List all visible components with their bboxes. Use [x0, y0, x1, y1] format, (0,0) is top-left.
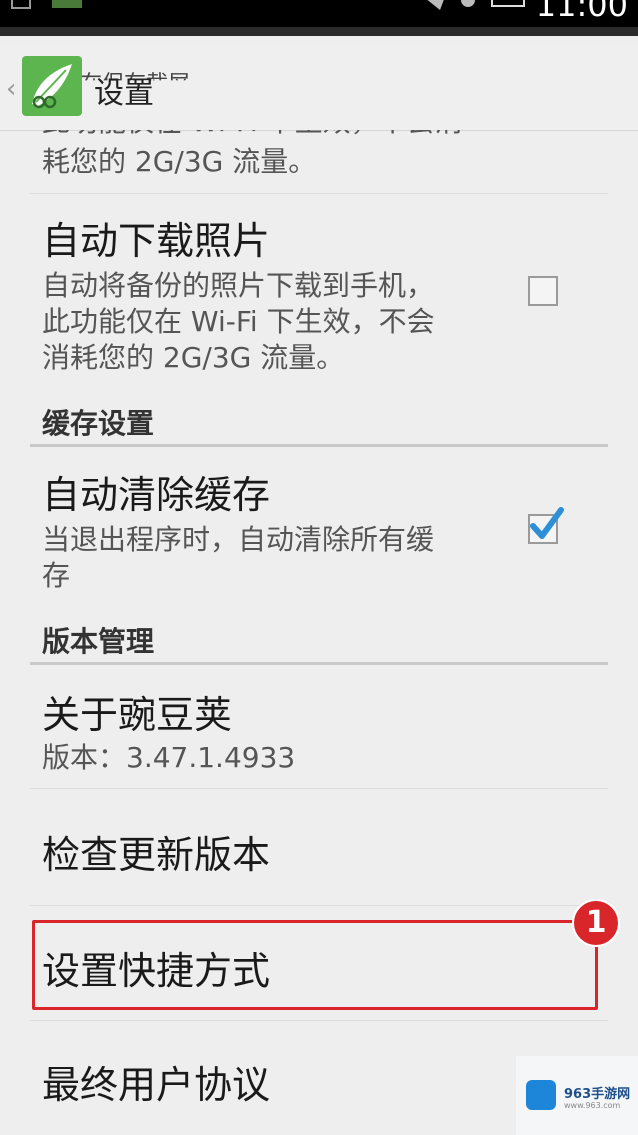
- auto-download-photos-desc-1: 自动将备份的照片下载到手机，: [42, 269, 435, 302]
- auto-clear-cache-desc-1: 当退出程序时，自动清除所有缓: [42, 523, 435, 556]
- notification-icons: [11, 0, 82, 9]
- auto-clear-cache-title: 自动清除缓存: [42, 473, 271, 517]
- auto-clear-cache-checkbox[interactable]: [528, 507, 564, 544]
- partial-item-desc-top: 此功能仅在 Wi-Fi 下生效，不会消: [42, 130, 463, 140]
- watermark-logo-icon: [526, 1080, 556, 1110]
- divider: [30, 1020, 608, 1021]
- auto-download-photos-desc-2: 此功能仅在 Wi-Fi 下生效，不会: [42, 305, 435, 338]
- eula-item[interactable]: 最终用户协议: [42, 1054, 270, 1109]
- section-header-cache: 缓存设置: [42, 407, 155, 440]
- about-title: 关于豌豆荚: [42, 693, 233, 737]
- section-divider: [30, 662, 608, 665]
- section-divider: [30, 444, 608, 447]
- page-title: 设置: [94, 76, 154, 111]
- status-icons: [420, 0, 540, 14]
- auto-clear-cache-desc-2: 存: [42, 559, 71, 592]
- auto-download-photos-desc-3: 消耗您的 2G/3G 流量。: [42, 341, 345, 374]
- notification-strip: [0, 27, 638, 36]
- leaf-logo-icon: [32, 64, 72, 109]
- watermark-sub: www.963.com: [564, 1101, 621, 1110]
- auto-download-photos-title: 自动下载照片: [42, 219, 271, 263]
- section-header-version: 版本管理: [42, 625, 155, 658]
- wandoujia-logo-icon[interactable]: [22, 56, 82, 116]
- check-update-item[interactable]: 检查更新版本: [42, 824, 270, 879]
- divider: [30, 193, 608, 194]
- checkmark-icon: [530, 507, 564, 539]
- status-time: 11:00: [535, 0, 628, 24]
- status-bar: 11:00: [0, 0, 638, 36]
- divider: [30, 905, 608, 906]
- highlight-annotation-box: [32, 920, 598, 1010]
- action-bar: 正在保存截屏 ‹ 设置: [0, 44, 638, 131]
- partial-item-desc-bottom: 耗您的 2G/3G 流量。: [42, 145, 317, 178]
- auto-download-photos-checkbox[interactable]: [528, 276, 558, 306]
- signal-wifi-battery-icons: [427, 0, 525, 10]
- watermark-text: 963手游网: [564, 1087, 631, 1102]
- about-version: 版本：3.47.1.4933: [42, 741, 296, 774]
- step-badge: 1: [572, 899, 620, 947]
- chevron-left-icon[interactable]: ‹: [6, 74, 16, 104]
- divider: [30, 788, 608, 789]
- watermark: 963手游网 www.963.com: [516, 1056, 638, 1135]
- status-left-icons: [0, 0, 100, 14]
